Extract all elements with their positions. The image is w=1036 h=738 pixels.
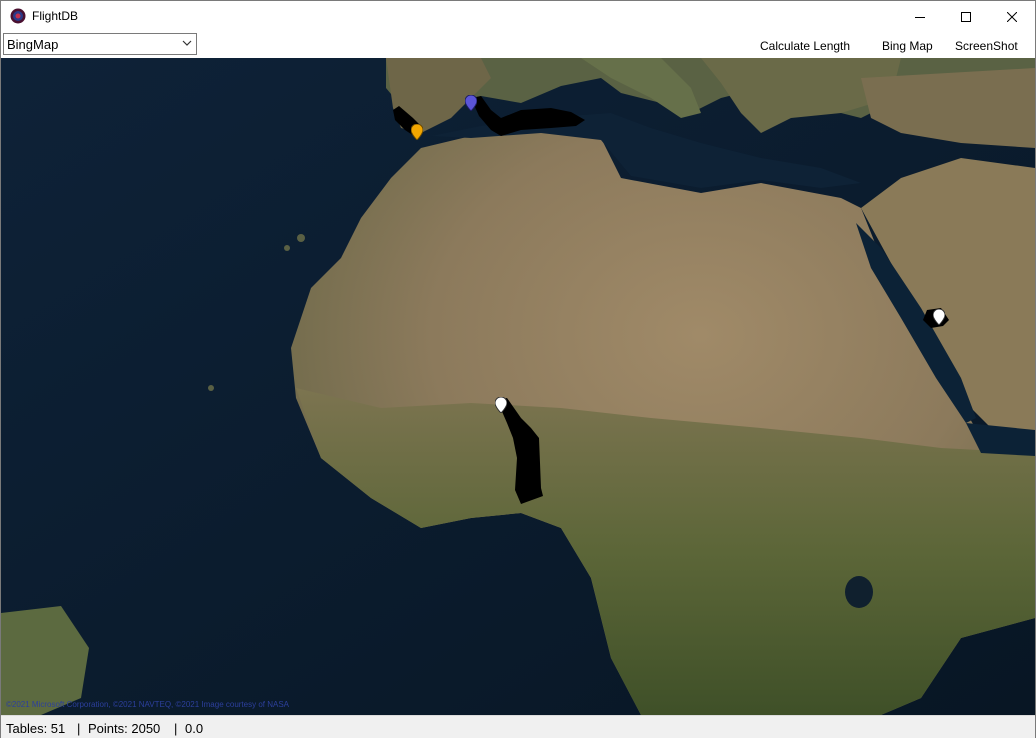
- minimize-button[interactable]: [897, 1, 943, 32]
- app-window: FlightDB BingMap Calculate Length Bing M…: [0, 0, 1036, 738]
- flightdb-app-icon: [10, 8, 26, 24]
- toolbar: BingMap Calculate Length Bing Map Screen…: [1, 32, 1035, 58]
- status-separator: |: [174, 721, 178, 736]
- bing-map-button[interactable]: Bing Map: [882, 39, 933, 53]
- map-type-value: BingMap: [7, 37, 59, 52]
- status-separator: |: [77, 721, 81, 736]
- map-copyright: ©2021 Microsoft Corporation, ©2021 NAVTE…: [6, 700, 289, 709]
- status-bar: Tables: 51 | Points: 2050 | 0.0: [1, 715, 1035, 738]
- close-button[interactable]: [989, 1, 1035, 32]
- minimize-icon: [915, 16, 925, 18]
- map-pin-orange[interactable]: [411, 124, 423, 140]
- close-icon: [1007, 11, 1017, 22]
- status-points: Points: 2050: [88, 721, 161, 736]
- map-pin-white-east[interactable]: [933, 309, 945, 325]
- status-value: 0.0: [185, 721, 204, 736]
- status-tables: Tables: 51: [6, 721, 66, 736]
- satellite-map-imagery: [1, 58, 1035, 715]
- map-view[interactable]: ©2021 Microsoft Corporation, ©2021 NAVTE…: [1, 58, 1035, 715]
- window-title: FlightDB: [32, 9, 79, 23]
- maximize-icon: [961, 11, 971, 22]
- map-type-select[interactable]: BingMap: [3, 33, 197, 55]
- title-bar[interactable]: FlightDB: [1, 1, 1035, 32]
- calculate-length-button[interactable]: Calculate Length: [760, 39, 850, 53]
- map-pin-white-center[interactable]: [495, 397, 507, 413]
- map-pin-blue[interactable]: [465, 95, 477, 111]
- maximize-button[interactable]: [943, 1, 989, 32]
- screenshot-button[interactable]: ScreenShot: [955, 39, 1018, 53]
- chevron-down-icon: [182, 40, 192, 46]
